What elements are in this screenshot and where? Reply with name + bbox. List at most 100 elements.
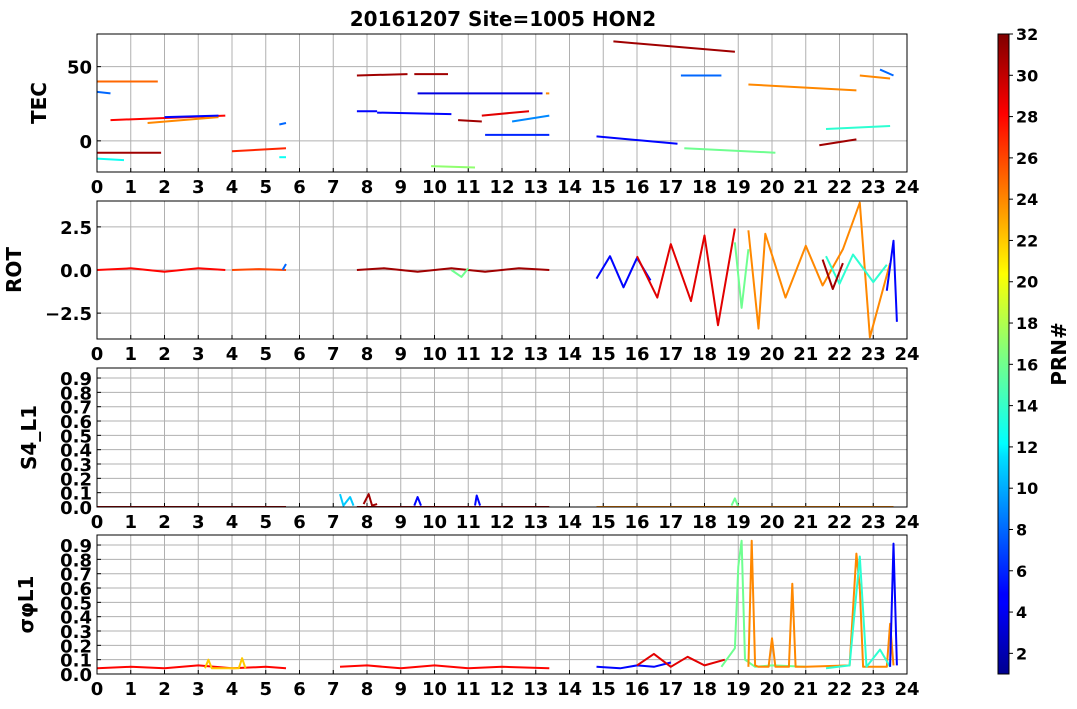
x-tick-label: 4 (226, 512, 239, 533)
x-tick-label: 1 (124, 679, 137, 700)
series-line-prn-5 (413, 496, 422, 506)
x-tick-label: 4 (226, 679, 239, 700)
x-tick-label: 15 (591, 679, 616, 700)
colorbar-tick-label: 20 (1016, 273, 1038, 292)
x-tick-label: 19 (726, 177, 751, 198)
series-line-prn-26 (231, 268, 287, 271)
x-tick-label: 16 (624, 679, 649, 700)
x-tick-label: 18 (692, 344, 717, 365)
x-tick-label: 20 (759, 679, 784, 700)
colorbar-tick-label: 32 (1016, 25, 1038, 44)
x-tick-label: 2 (158, 679, 171, 700)
x-tick-label: 15 (591, 177, 616, 198)
x-tick-label: 11 (456, 679, 481, 700)
x-tick-label: 24 (894, 512, 919, 533)
x-tick-label: 19 (726, 512, 751, 533)
series-line-prn-14 (825, 253, 888, 285)
x-tick-label: 7 (327, 512, 340, 533)
colorbar-tick-label: 28 (1016, 108, 1038, 127)
chart-figure: 20161207 Site=1005 HON2 0 1 2 3 4 5 6 7 8 9 10 11 12… (2, 7, 1071, 700)
x-tick-label: 0 (91, 344, 104, 365)
series-line-prn-14 (825, 125, 891, 130)
colorbar-tick-label: 16 (1016, 355, 1038, 374)
x-tick-label: 11 (456, 177, 481, 198)
x-tick-label: 14 (557, 679, 582, 700)
x-tick-label: 4 (226, 344, 239, 365)
series-line-prn-31 (819, 138, 857, 147)
x-tick-label: 23 (861, 177, 886, 198)
x-tick-label: 15 (591, 344, 616, 365)
x-tick-label: 7 (327, 679, 340, 700)
colorbar: PRN# 2468101214161820222426283032 (997, 25, 1071, 675)
x-tick-label: 13 (523, 512, 548, 533)
series-line-prn-31 (613, 40, 735, 53)
x-tick-label: 2 (158, 177, 171, 198)
colorbar-tick-label: 8 (1016, 520, 1027, 539)
x-tick-label: 20 (759, 344, 784, 365)
x-tick-label: 1 (124, 344, 137, 365)
x-tick-label: 14 (557, 512, 582, 533)
x-tick-label: 17 (658, 679, 683, 700)
chart-title: 20161207 Site=1005 HON2 (350, 7, 656, 31)
series-group (97, 40, 894, 169)
colorbar-tick-label: 22 (1016, 231, 1038, 250)
x-tick-label: 6 (293, 679, 306, 700)
series-line-prn-29 (636, 228, 736, 327)
colorbar-tick-label: 2 (1016, 644, 1027, 663)
x-tick-label: 21 (793, 344, 818, 365)
x-tick-label: 21 (793, 177, 818, 198)
x-tick-label: 4 (226, 177, 239, 198)
series-line-prn-29 (636, 652, 726, 668)
y-axis-label: S4_L1 (17, 405, 41, 470)
series-line-prn-5 (474, 494, 482, 506)
x-tick-label: 13 (523, 679, 548, 700)
x-tick-label: 16 (624, 512, 649, 533)
series-line-prn-8 (97, 90, 111, 95)
colorbar-tick-label: 6 (1016, 562, 1027, 581)
x-tick-label: 16 (624, 344, 649, 365)
x-tick-label: 0 (91, 679, 104, 700)
x-tick-label: 24 (894, 344, 919, 365)
x-tick-label: 23 (861, 344, 886, 365)
x-tick-label: 13 (523, 344, 548, 365)
y-tick-label: 0.9 (60, 536, 92, 557)
colorbar-tick-label: 24 (1016, 190, 1038, 209)
series-line-prn-5 (889, 542, 898, 667)
series-line-prn-9 (511, 114, 550, 123)
series-line-prn-5 (377, 111, 452, 116)
colorbar-tick-label: 18 (1016, 314, 1038, 333)
x-tick-label: 0 (91, 177, 104, 198)
series-line-prn-28 (97, 664, 287, 670)
x-tick-label: 8 (361, 344, 374, 365)
colorbar-tick-label: 4 (1016, 603, 1027, 622)
x-tick-label: 23 (861, 512, 886, 533)
series-line-prn-8 (279, 122, 287, 126)
x-tick-label: 6 (293, 512, 306, 533)
x-tick-label: 23 (861, 679, 886, 700)
x-tick-label: 8 (361, 512, 374, 533)
series-line-prn-16 (684, 147, 776, 154)
series-line-prn-28 (339, 664, 550, 670)
x-tick-label: 24 (894, 679, 919, 700)
y-tick-label: 0.9 (60, 369, 92, 390)
series-line-prn-31 (362, 493, 378, 507)
series-line-prn-16 (733, 242, 750, 309)
x-tick-label: 5 (259, 512, 272, 533)
y-axis-label: TEC (27, 82, 51, 124)
x-tick-label: 9 (394, 344, 407, 365)
series-line-prn-31 (356, 73, 408, 77)
y-tick-label: 0.0 (60, 261, 92, 282)
x-tick-label: 10 (422, 177, 447, 198)
series-line-prn-5 (596, 661, 672, 670)
x-tick-label: 3 (192, 512, 205, 533)
panels-group: 0 1 2 3 4 5 6 7 8 9 10 11 12 13 14 15 16 17 18 19 20 21 22 23 24… (2, 33, 920, 700)
x-tick-label: 21 (793, 512, 818, 533)
y-tick-label: 2.5 (60, 218, 92, 239)
x-tick-label: 2 (158, 512, 171, 533)
series-line-prn-13 (97, 157, 125, 162)
colorbar-tick-label: 26 (1016, 149, 1038, 168)
series-group (97, 493, 894, 507)
x-tick-label: 12 (489, 177, 514, 198)
x-tick-label: 6 (293, 177, 306, 198)
panel-3: 0 1 2 3 4 5 6 7 8 9 10 11 12 13 14 15 16 17 18 19 20 21 22 23 24… (14, 534, 920, 700)
